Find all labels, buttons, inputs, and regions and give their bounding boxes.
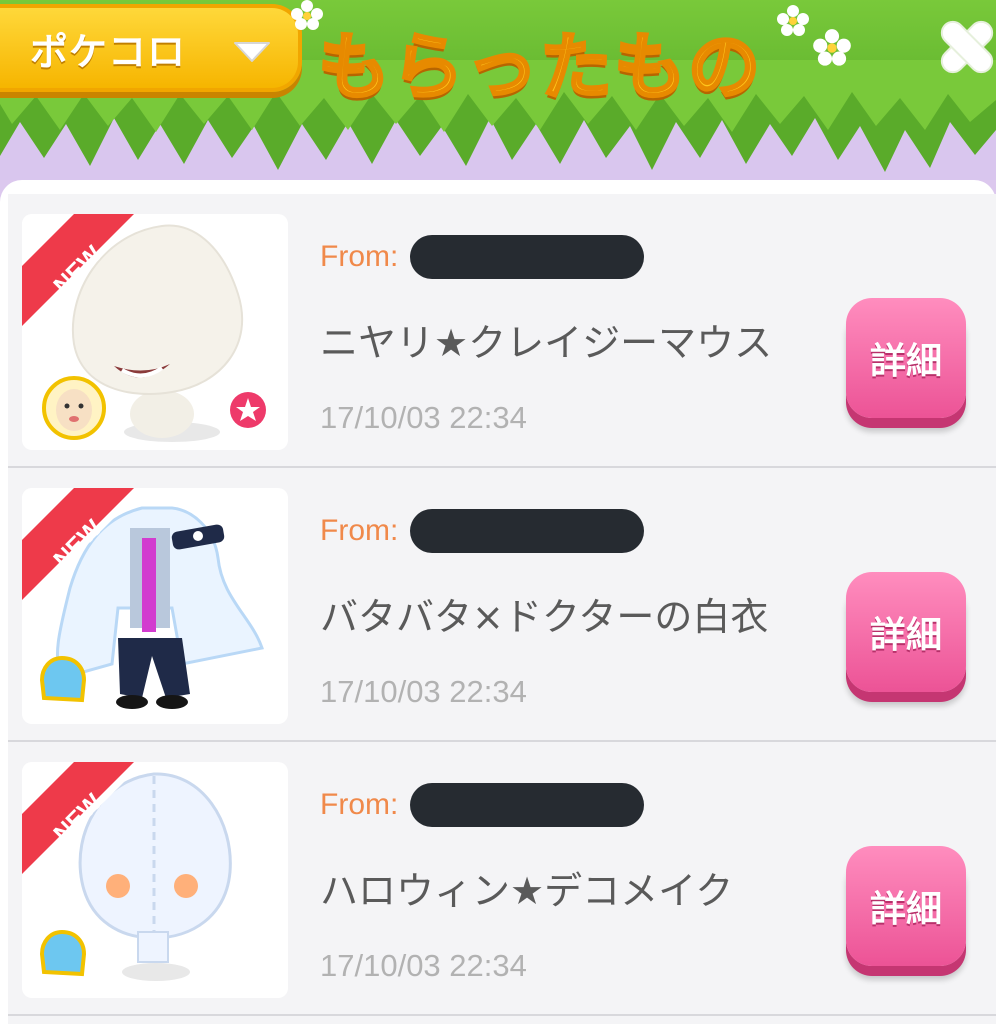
from-label: From:	[320, 788, 399, 821]
flower-icon	[813, 29, 851, 66]
detail-button[interactable]: 詳細	[846, 298, 966, 418]
item-image: NEW	[22, 488, 264, 709]
clothing-icon	[39, 655, 87, 703]
item-image: NEW	[22, 762, 232, 981]
gift-list-panel: NEW From: ニヤリ★クレイジーマウス 17/10/03 22:34 詳細	[0, 180, 996, 1024]
close-icon[interactable]	[934, 12, 996, 82]
item-image: NEW	[22, 214, 266, 442]
item-thumbnail[interactable]: NEW	[22, 214, 288, 450]
received-date: 17/10/03 22:34	[320, 948, 527, 983]
from-label: From:	[320, 514, 399, 547]
detail-button[interactable]: 詳細	[846, 846, 966, 966]
gift-list: NEW From: ニヤリ★クレイジーマウス 17/10/03 22:34 詳細	[8, 194, 996, 1024]
sender-row: From:	[320, 780, 645, 830]
flower-icon	[777, 5, 809, 36]
category-dropdown[interactable]: ポケコロ	[0, 4, 302, 92]
sender-row: From:	[320, 232, 645, 282]
flower-icon	[291, 0, 323, 30]
sender-name-redacted	[410, 509, 645, 553]
detail-button-label: 詳細	[869, 615, 942, 656]
item-name: ハロウィン★デコメイク	[320, 869, 734, 913]
sender-name-redacted	[410, 783, 645, 827]
item-thumbnail[interactable]: NEW	[22, 762, 288, 998]
from-label: From:	[320, 240, 399, 273]
sender-name-redacted	[410, 235, 645, 279]
item-name: ニヤリ★クレイジーマウス	[320, 321, 773, 365]
category-dropdown-label: ポケコロ	[30, 29, 187, 74]
item-name: バタバタ×ドクターの白衣	[320, 595, 769, 639]
chevron-down-icon	[234, 42, 270, 62]
detail-button-label: 詳細	[869, 889, 942, 930]
gift-row: NEW From: ハロウィン★デコメイク 17/10/03 22:34 詳細	[8, 742, 996, 1016]
received-date: 17/10/03 22:34	[320, 674, 527, 709]
header: ポケコロ もらったもの	[0, 0, 996, 180]
page-title: もらったもの	[316, 24, 763, 111]
gift-row: NEW From: バタバタ×ドクターの白衣 17/10/03 22:34 詳細	[8, 468, 996, 742]
item-thumbnail[interactable]: NEW	[22, 488, 288, 724]
sender-row: From:	[320, 506, 645, 556]
clothing-icon	[39, 929, 87, 977]
gift-row: NEW From: ニヤリ★クレイジーマウス 17/10/03 22:34 詳細	[8, 194, 996, 468]
detail-button[interactable]: 詳細	[846, 572, 966, 692]
detail-button-label: 詳細	[869, 341, 942, 382]
received-date: 17/10/03 22:34	[320, 400, 527, 435]
